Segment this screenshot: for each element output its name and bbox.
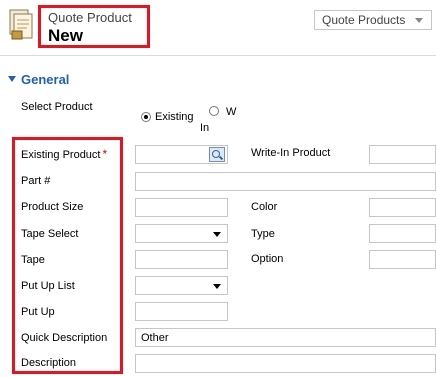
put-up-list-dropdown[interactable] xyxy=(135,276,228,295)
entity-type-label: Quote Product xyxy=(48,10,132,25)
tape-label: Tape xyxy=(21,254,45,266)
chevron-down-icon xyxy=(213,284,221,289)
chevron-down-icon xyxy=(415,18,423,23)
header-divider xyxy=(0,55,436,56)
option-label: Option xyxy=(251,253,284,265)
description-label: Description xyxy=(21,357,77,369)
type-input[interactable] xyxy=(369,224,436,243)
put-up-label: Put Up xyxy=(21,306,55,318)
quote-product-icon xyxy=(9,9,33,40)
record-name: New xyxy=(48,26,83,45)
radio-write-in-label-line2: In xyxy=(200,122,210,134)
radio-existing-label: Existing xyxy=(155,111,194,123)
existing-product-label: Existing Product * xyxy=(21,147,108,161)
radio-write-in[interactable] xyxy=(209,106,219,116)
lookup-icon[interactable] xyxy=(209,147,225,162)
quick-description-value: Other xyxy=(141,332,169,344)
tape-select-dropdown[interactable] xyxy=(135,224,228,243)
section-title-general[interactable]: General xyxy=(21,72,69,87)
quick-description-input[interactable]: Other xyxy=(135,328,436,347)
color-input[interactable] xyxy=(369,198,436,217)
tape-input[interactable] xyxy=(135,250,228,269)
part-number-input[interactable] xyxy=(135,172,436,191)
tape-select-label: Tape Select xyxy=(21,228,79,240)
option-input[interactable] xyxy=(369,250,436,269)
product-size-input[interactable] xyxy=(135,198,228,217)
select-product-label: Select Product xyxy=(21,101,93,113)
chevron-down-icon xyxy=(213,232,221,237)
part-number-label: Part # xyxy=(21,175,51,187)
type-label: Type xyxy=(251,228,275,240)
radio-write-in-label-line1: W xyxy=(226,106,237,118)
quick-description-label: Quick Description xyxy=(21,332,108,344)
put-up-list-label: Put Up List xyxy=(21,280,75,292)
description-input[interactable] xyxy=(135,354,436,373)
radio-existing[interactable] xyxy=(141,112,151,122)
section-collapse-icon[interactable] xyxy=(8,76,16,82)
write-in-product-label: Write-In Product xyxy=(251,147,331,159)
write-in-product-input[interactable] xyxy=(369,145,436,164)
existing-product-lookup[interactable] xyxy=(135,145,228,164)
form-selector[interactable]: Quote Products xyxy=(314,10,432,30)
product-size-label: Product Size xyxy=(21,201,84,213)
put-up-input[interactable] xyxy=(135,302,228,321)
required-icon: * xyxy=(102,147,108,161)
form-selector-label: Quote Products xyxy=(322,13,406,27)
color-label: Color xyxy=(251,201,278,213)
